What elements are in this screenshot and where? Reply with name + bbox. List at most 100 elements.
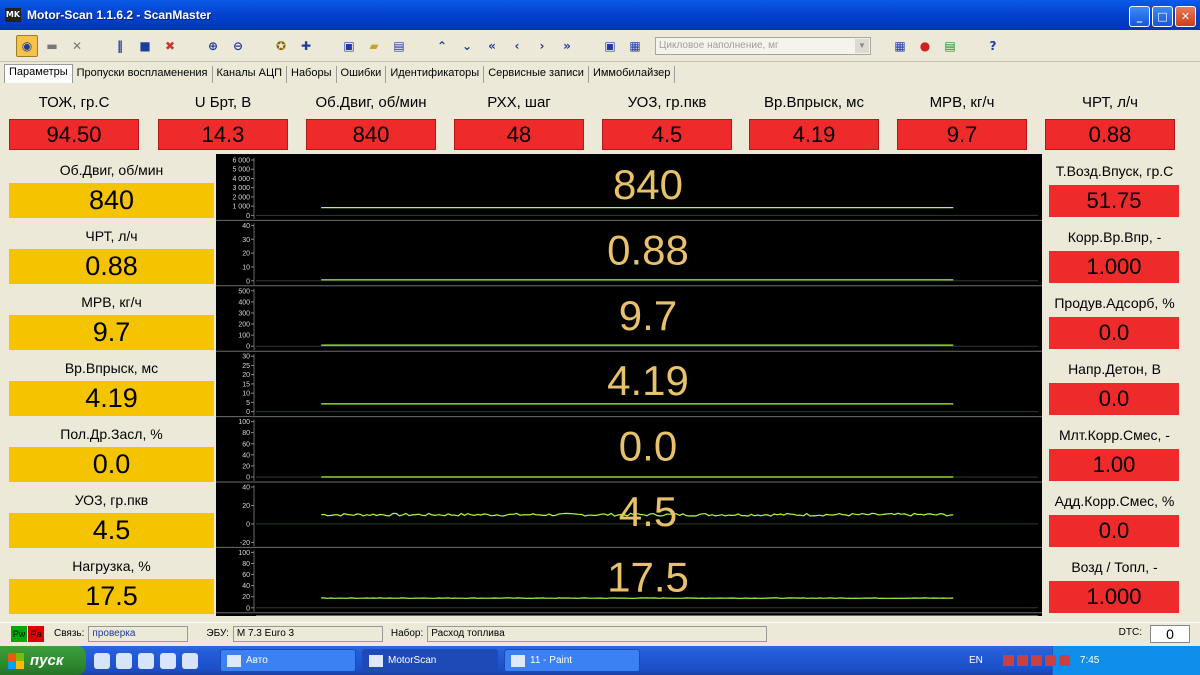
left-param-label: УОЗ, гр.пкв <box>74 492 149 508</box>
tab-service-records[interactable]: Сервисные записи <box>484 66 589 83</box>
tab-parameters[interactable]: Параметры <box>4 64 73 83</box>
link-status: проверка <box>88 625 189 642</box>
y-tick-label: 0 <box>246 344 250 351</box>
taskbar-item[interactable]: Авто <box>220 649 356 672</box>
tab-errors[interactable]: Ошибки <box>337 66 387 83</box>
wheel-icon[interactable]: ✪ <box>270 35 292 57</box>
firefox-icon[interactable] <box>160 652 176 669</box>
top-param-label: ЧРТ, л/ч <box>1082 94 1138 111</box>
right-param-value: 0.0 <box>1049 383 1179 415</box>
top-param: МРВ, кг/ч 9.7 <box>897 90 1027 150</box>
left-param-label: ЧРТ, л/ч <box>85 228 138 244</box>
paint-icon <box>511 654 525 667</box>
tools-icon[interactable]: ✕ <box>66 35 88 57</box>
engine-icon[interactable]: ▬ <box>41 35 63 57</box>
zoom-in-icon[interactable]: ⊕ <box>202 35 224 57</box>
zoom-out-icon[interactable]: ⊖ <box>227 35 249 57</box>
oscilloscope-chart[interactable]: 6 000 5 000 4 000 3 000 2 000 1 000 0 840 40 30 20… <box>216 154 1042 616</box>
tray-icon[interactable] <box>1044 655 1056 666</box>
chevron-up-icon[interactable]: ⌃ <box>431 35 453 57</box>
left-param: МРВ, кг/ч 9.7 <box>9 289 214 355</box>
top-param: Об.Двиг, об/мин 840 <box>306 90 436 150</box>
folder-icon <box>227 654 241 667</box>
add-icon[interactable]: ✚ <box>295 35 317 57</box>
desktop-icon[interactable] <box>116 652 132 669</box>
y-tick-label: 15 <box>242 381 250 388</box>
y-tick-label: 40 <box>242 485 250 492</box>
left-param: УОЗ, гр.пкв 4.5 <box>9 487 214 553</box>
tab-sets[interactable]: Наборы <box>287 66 337 83</box>
media-icon[interactable] <box>138 652 154 669</box>
open-folder-icon[interactable]: ▰ <box>363 35 385 57</box>
maximize-button[interactable]: □ <box>1152 6 1173 27</box>
top-param-label: Об.Двиг, об/мин <box>315 94 427 111</box>
title-bar[interactable]: MK Motor-Scan 1.1.6.2 - ScanMaster _ □ ✕ <box>0 0 1200 30</box>
parameter-select[interactable]: Цикловое наполнение, мг ▼ <box>655 36 871 55</box>
save-set-icon[interactable]: ▣ <box>599 35 621 57</box>
clear-icon[interactable]: ✖ <box>159 35 181 57</box>
set-label: Набор: <box>390 628 424 639</box>
config-icon[interactable]: ▦ <box>624 35 646 57</box>
help-icon[interactable]: ? <box>982 35 1004 57</box>
list-icon[interactable]: ▦ <box>889 35 911 57</box>
windows-logo-icon <box>8 652 24 669</box>
right-param-value: 0.0 <box>1049 515 1179 547</box>
series-current-value: 4.19 <box>607 357 689 404</box>
save-icon[interactable]: ▣ <box>338 35 360 57</box>
ie-icon[interactable] <box>94 652 110 669</box>
left-param-label: Пол.Др.Засл, % <box>60 426 163 442</box>
last-icon[interactable]: » <box>556 35 578 57</box>
tab-identifiers[interactable]: Идентификаторы <box>386 66 485 83</box>
tray-icon[interactable] <box>1030 655 1042 666</box>
pw-indicator: Pw <box>11 625 27 642</box>
report-icon[interactable]: ▤ <box>939 35 961 57</box>
y-tick-label: 20 <box>242 594 250 601</box>
chevron-down-icon[interactable]: ⌄ <box>456 35 478 57</box>
ecu-label: ЭБУ: <box>206 628 229 639</box>
top-param: ЧРТ, л/ч 0.88 <box>1045 90 1175 150</box>
top-param: УОЗ, гр.пкв 4.5 <box>602 90 732 150</box>
y-tick-label: 6 000 <box>232 158 250 165</box>
series-current-value: 9.7 <box>619 292 677 339</box>
export-icon[interactable]: ▤ <box>388 35 410 57</box>
dtc-count: 0 <box>1150 625 1190 643</box>
left-param: Вр.Впрыск, мс 4.19 <box>9 355 214 421</box>
minimize-button[interactable]: _ <box>1129 6 1150 27</box>
ecu-value: M 7.3 Euro 3 <box>232 625 383 642</box>
start-button[interactable]: пуск <box>0 646 86 675</box>
first-icon[interactable]: « <box>481 35 503 57</box>
right-param-value: 1.000 <box>1049 581 1179 613</box>
top-param-label: Вр.Впрыск, мс <box>764 94 864 111</box>
chevron-down-icon[interactable]: ▼ <box>855 38 869 53</box>
tab-immobilizer[interactable]: Иммобилайзер <box>589 66 676 83</box>
taskbar-item[interactable]: MotorScan <box>362 649 498 672</box>
record-icon[interactable]: ● <box>914 35 936 57</box>
quick-launch <box>94 652 198 669</box>
left-parameter-panel: Об.Двиг, об/мин 840 ЧРТ, л/ч 0.88 МРВ, кг/… <box>9 157 214 619</box>
y-tick-label: 5 000 <box>232 167 250 174</box>
taskbar: пуск Авто MotorScan 11 - Paint EN 7:45 <box>0 646 1200 675</box>
tray-icon[interactable] <box>1016 655 1028 666</box>
y-tick-label: 2 000 <box>232 194 250 201</box>
tab-misfires[interactable]: Пропуски воспламенения <box>73 66 213 83</box>
connect-icon[interactable]: ◉ <box>16 34 38 57</box>
tray-icon[interactable] <box>1002 655 1014 666</box>
pause-icon[interactable]: ‖ <box>109 35 131 57</box>
language-indicator[interactable]: EN <box>969 655 983 666</box>
y-tick-label: 100 <box>238 333 250 340</box>
messenger-icon[interactable] <box>182 652 198 669</box>
top-param-label: МРВ, кг/ч <box>929 94 995 111</box>
right-param-value: 1.000 <box>1049 251 1179 283</box>
next-icon[interactable]: › <box>531 35 553 57</box>
tab-adc-channels[interactable]: Каналы АЦП <box>213 66 287 83</box>
prev-icon[interactable]: ‹ <box>506 35 528 57</box>
tray-icon[interactable] <box>1058 655 1070 666</box>
y-tick-label: 20 <box>242 503 250 510</box>
taskbar-item[interactable]: 11 - Paint <box>504 649 640 672</box>
close-button[interactable]: ✕ <box>1175 6 1196 27</box>
top-param-value: 48 <box>454 119 584 150</box>
stop-icon[interactable]: ■ <box>134 35 156 57</box>
y-tick-label: 40 <box>242 223 250 230</box>
status-bar: Pw Pa Связь: проверка ЭБУ: M 7.3 Euro 3 … <box>0 622 1200 644</box>
y-tick-label: 5 <box>246 400 250 407</box>
